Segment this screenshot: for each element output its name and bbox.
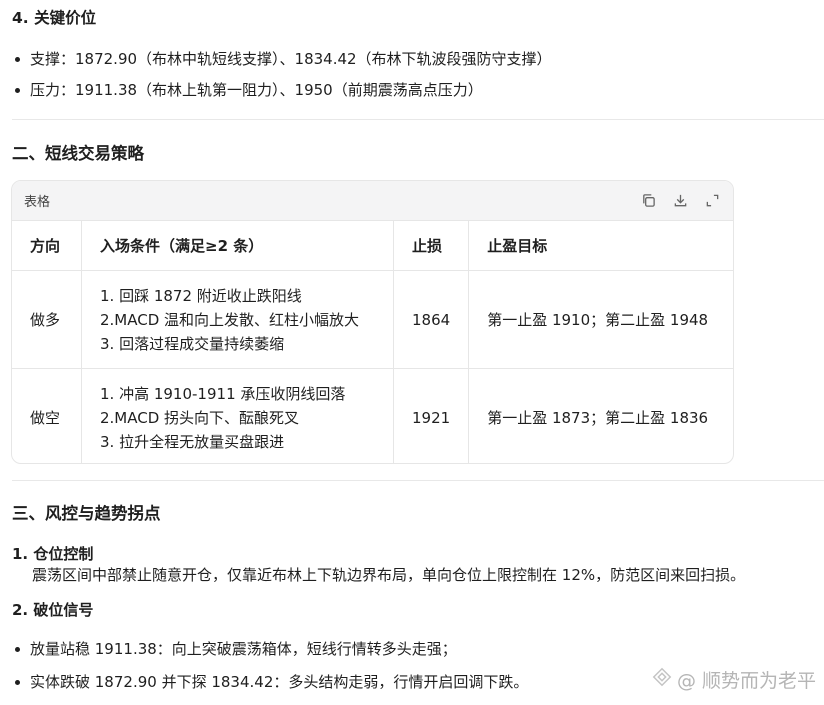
- risk-item-position: 1. 仓位控制 震荡区间中部禁止随意开仓，仅靠近布林上下轨边界布局，单向仓位上限…: [12, 543, 745, 586]
- header-target: 止盈目标: [468, 221, 733, 271]
- section-divider: [12, 480, 824, 481]
- download-icon[interactable]: [671, 192, 689, 210]
- condition-item: 1. 回踩 1872 附近收止跌阳线: [100, 286, 302, 305]
- table-row: 做多 1. 回踩 1872 附近收止跌阳线 2.MACD 温和向上发散、红柱小幅…: [12, 270, 733, 369]
- table-toolbar: 表格: [12, 181, 733, 221]
- row-conditions: 1. 冲高 1910-1911 承压收阴线回落 2.MACD 拐头向下、酝酿死叉…: [81, 368, 394, 463]
- table-header-row: 方向 入场条件（满足≥2 条） 止损 止盈目标: [12, 221, 733, 271]
- watermark: @ 顺势而为老平: [651, 666, 816, 693]
- header-conditions: 入场条件（满足≥2 条）: [81, 221, 394, 271]
- key-levels-title: 4. 关键价位: [12, 9, 97, 27]
- table-row: 做空 1. 冲高 1910-1911 承压收阴线回落 2.MACD 拐头向下、酝…: [12, 368, 733, 463]
- condition-item: 2.MACD 拐头向下、酝酿死叉: [100, 408, 300, 427]
- row-conditions: 1. 回踩 1872 附近收止跌阳线 2.MACD 温和向上发散、红柱小幅放大 …: [81, 270, 394, 369]
- signal-item: 实体跌破 1872.90 并下探 1834.42：多头结构走弱，行情开启回调下跌…: [12, 672, 528, 692]
- condition-item: 2.MACD 温和向上发散、红柱小幅放大: [100, 310, 360, 329]
- key-levels-list: 支撑：1872.90（布林中轨短线支撑）、1834.42（布林下轨波段强防守支撑…: [12, 49, 552, 100]
- risk-body: 震荡区间中部禁止随意开仓，仅靠近布林上下轨边界布局，单向仓位上限控制在 12%，…: [32, 566, 746, 584]
- resistance-levels: 压力：1911.38（布林上轨第一阻力）、1950（前期震荡高点压力）: [12, 80, 552, 100]
- risk-heading: 1. 仓位控制: [12, 545, 94, 563]
- risk-heading: 2. 破位信号: [12, 601, 94, 619]
- section-divider: [12, 119, 824, 120]
- strategy-title: 二、短线交易策略: [12, 144, 144, 163]
- header-stop-loss: 止损: [393, 221, 470, 271]
- expand-icon[interactable]: [703, 192, 721, 210]
- strategy-table-card: 表格 方向 入场条件（满足≥2 条） 止损 止盈目标 做多 1. 回踩 1872…: [11, 180, 734, 464]
- row-stop-loss: 1921: [393, 368, 470, 463]
- row-target: 第一止盈 1873；第二止盈 1836: [487, 409, 709, 427]
- support-levels: 支撑：1872.90（布林中轨短线支撑）、1834.42（布林下轨波段强防守支撑…: [12, 49, 552, 69]
- copy-icon[interactable]: [639, 192, 657, 210]
- breakout-signals-list: 放量站稳 1911.38：向上突破震荡箱体，短线行情转多头走强； 实体跌破 18…: [12, 639, 528, 692]
- row-direction: 做空: [12, 368, 82, 463]
- risk-title: 三、风控与趋势拐点: [12, 504, 161, 523]
- table-label: 表格: [24, 195, 51, 210]
- watermark-logo-icon: [651, 666, 673, 693]
- signal-item: 放量站稳 1911.38：向上突破震荡箱体，短线行情转多头走强；: [12, 639, 528, 659]
- row-stop-loss: 1864: [393, 270, 470, 369]
- risk-item-breakout: 2. 破位信号: [12, 599, 93, 620]
- condition-item: 3. 拉升全程无放量买盘跟进: [100, 432, 285, 451]
- condition-item: 3. 回落过程成交量持续萎缩: [100, 334, 285, 353]
- header-direction: 方向: [12, 221, 82, 271]
- strategy-table: 方向 入场条件（满足≥2 条） 止损 止盈目标 做多 1. 回踩 1872 附近…: [12, 221, 733, 463]
- row-direction: 做多: [12, 270, 82, 369]
- watermark-text: @ 顺势而为老平: [676, 670, 816, 692]
- condition-item: 1. 冲高 1910-1911 承压收阴线回落: [100, 384, 346, 403]
- row-target: 第一止盈 1910；第二止盈 1948: [468, 270, 733, 369]
